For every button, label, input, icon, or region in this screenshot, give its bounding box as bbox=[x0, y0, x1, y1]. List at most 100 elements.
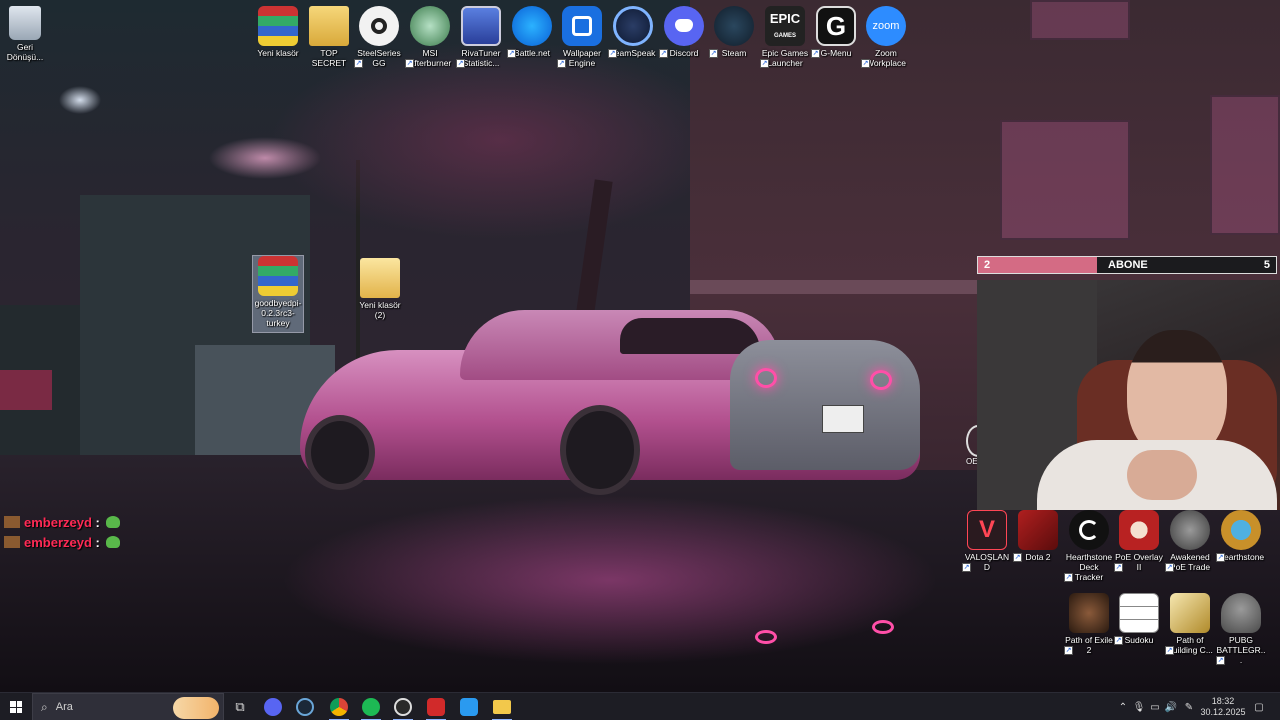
desktop-icon-valosland[interactable]: V ↗ VALOŞLAND bbox=[962, 510, 1012, 572]
folder-icon bbox=[360, 258, 400, 298]
chat-message: emberzeyd : bbox=[4, 535, 120, 550]
desktop-icon-teamspeak[interactable]: ↗ TeamSpeak bbox=[608, 6, 658, 58]
tray-microphone[interactable]: 🎙 bbox=[1132, 693, 1146, 720]
shortcut-arrow-icon: ↗ bbox=[405, 59, 414, 68]
desktop-icon-label: Yeni klasör bbox=[257, 48, 299, 58]
wallpaper-car-window bbox=[620, 318, 760, 354]
taskbar: ⌕ Ara ⧉ ⌃ 🎙 ▭ 🔊 ✎ 18:32 30.12.2025 ▢ bbox=[0, 692, 1280, 720]
taskbar-clock[interactable]: 18:32 30.12.2025 bbox=[1200, 693, 1246, 720]
steam-taskbar-icon bbox=[296, 698, 314, 716]
shortcut-arrow-icon: ↗ bbox=[1064, 573, 1073, 582]
wallpaper-taillight bbox=[870, 370, 892, 390]
desktop-icon-wallpaper-engine[interactable]: ↗ Wallpaper Engine bbox=[557, 6, 607, 68]
path-of-exile-icon bbox=[1069, 593, 1109, 633]
shortcut-arrow-icon: ↗ bbox=[1216, 553, 1225, 562]
webcam-person-hand bbox=[1127, 450, 1197, 500]
desktop-icon-hearthstone-deck-tracker[interactable]: ↗ Hearthstone Deck Tracker bbox=[1064, 510, 1114, 582]
desktop-icon-awakened-poe-trade[interactable]: ↗ Awakened PoE Trade bbox=[1165, 510, 1215, 572]
taskbar-app-steam[interactable] bbox=[290, 693, 320, 720]
chat-emote-icon bbox=[105, 516, 120, 528]
shortcut-arrow-icon: ↗ bbox=[354, 59, 363, 68]
desktop-icon-yeni-klasor-2[interactable]: Yeni klasör (2) bbox=[355, 258, 405, 320]
desktop-icon-label: TOP SECRET bbox=[311, 48, 347, 68]
poe-overlay-eye-icon bbox=[1119, 510, 1159, 550]
path-of-building-icon bbox=[1170, 593, 1210, 633]
shortcut-arrow-icon: ↗ bbox=[659, 49, 668, 58]
dota2-icon bbox=[1018, 510, 1058, 550]
webcam-feed bbox=[977, 280, 1280, 510]
task-view-button[interactable]: ⧉ bbox=[226, 693, 254, 720]
search-icon: ⌕ bbox=[41, 699, 48, 714]
shortcut-arrow-icon: ↗ bbox=[861, 59, 870, 68]
tray-pen[interactable]: ✎ bbox=[1182, 693, 1196, 720]
microphone-icon: 🎙 bbox=[1132, 701, 1146, 713]
desktop-icon-path-of-building[interactable]: ↗ Path of Building C... bbox=[1165, 593, 1215, 655]
desktop-icon-path-of-exile-2[interactable]: ↗ Path of Exile 2 bbox=[1064, 593, 1114, 655]
wallpaper-ledge bbox=[690, 280, 980, 294]
desktop-icon-sudoku[interactable]: ↗ Sudoku bbox=[1114, 593, 1164, 645]
desktop-icon-label: goodbyedpi-0.2.3rc3-turkey bbox=[254, 298, 302, 328]
deck-tracker-swirl-icon bbox=[1069, 510, 1109, 550]
desktop-icon-dota2[interactable]: ↗ Dota 2 bbox=[1013, 510, 1063, 562]
recycle-bin-icon-item[interactable]: Geri Dönüşü... bbox=[0, 6, 50, 62]
wallpaper-reflection-light bbox=[872, 620, 894, 634]
taskbar-app-blue[interactable] bbox=[454, 693, 484, 720]
tray-network[interactable]: ▭ bbox=[1148, 693, 1162, 720]
task-view-icon: ⧉ bbox=[235, 699, 245, 714]
shortcut-arrow-icon: ↗ bbox=[811, 49, 820, 58]
chat-colon: : bbox=[95, 535, 100, 550]
desktop-icon-battlenet[interactable]: ↗ Battle.net bbox=[507, 6, 557, 58]
steelseries-gear-icon bbox=[359, 6, 399, 46]
obs-icon bbox=[394, 698, 412, 716]
chat-message: emberzeyd : bbox=[4, 515, 120, 530]
shortcut-arrow-icon: ↗ bbox=[608, 49, 617, 58]
desktop-icon-goodbyedpi[interactable]: goodbyedpi-0.2.3rc3-turkey bbox=[252, 255, 304, 333]
taskbar-app-obs[interactable] bbox=[388, 693, 418, 720]
awakened-poe-trade-icon bbox=[1170, 510, 1210, 550]
desktop-icon-discord[interactable]: ↗ Discord bbox=[659, 6, 709, 58]
desktop-icon-pubg[interactable]: ↗ PUBG BATTLEGR... bbox=[1216, 593, 1266, 665]
search-input[interactable]: ⌕ Ara bbox=[32, 693, 224, 720]
desktop-icon-msi-afterburner[interactable]: ↗ MSI Afterburner bbox=[405, 6, 455, 68]
teamspeak-icon bbox=[613, 6, 653, 46]
shortcut-arrow-icon: ↗ bbox=[760, 59, 769, 68]
taskbar-app-explorer[interactable] bbox=[487, 693, 517, 720]
desktop-icon-label: Yeni klasör (2) bbox=[359, 300, 401, 320]
discord-icon bbox=[664, 6, 704, 46]
notification-button[interactable]: ▢ bbox=[1250, 693, 1268, 720]
tray-volume[interactable]: 🔊 bbox=[1164, 693, 1178, 720]
chat-username: emberzeyd bbox=[24, 515, 92, 530]
subscriber-goal-label: ABONE bbox=[1108, 259, 1148, 271]
wallpaper-engine-icon bbox=[562, 6, 602, 46]
tray-overflow-chevron[interactable]: ⌃ bbox=[1116, 693, 1130, 720]
battlenet-icon bbox=[512, 6, 552, 46]
chat-badge-icon bbox=[4, 536, 20, 548]
taskbar-app-spotify[interactable] bbox=[356, 693, 386, 720]
start-button[interactable] bbox=[0, 693, 32, 720]
chat-username: emberzeyd bbox=[24, 535, 92, 550]
desktop-icon-zoom[interactable]: zoom ↗ Zoom Workplace bbox=[861, 6, 911, 68]
desktop-icon-steelseries[interactable]: ↗ SteelSeries GG bbox=[354, 6, 404, 68]
epic-games-icon: EPIC GAMES bbox=[765, 6, 805, 46]
desktop-icon-g-menu[interactable]: G ↗ G-Menu bbox=[811, 6, 861, 58]
taskbar-app-discord[interactable] bbox=[258, 693, 288, 720]
shortcut-arrow-icon: ↗ bbox=[1013, 553, 1022, 562]
valorant-icon: V bbox=[967, 510, 1007, 550]
shortcut-arrow-icon: ↗ bbox=[1114, 563, 1123, 572]
shortcut-arrow-icon: ↗ bbox=[507, 49, 516, 58]
subscriber-goal-current: 2 bbox=[984, 259, 991, 271]
desktop-icon-epic-games[interactable]: EPIC GAMES ↗ Epic Games Launcher bbox=[760, 6, 810, 68]
desktop-icon-poe-overlay[interactable]: ↗ PoE Overlay II bbox=[1114, 510, 1164, 572]
shortcut-arrow-icon: ↗ bbox=[1064, 646, 1073, 655]
taskbar-app-red[interactable] bbox=[421, 693, 451, 720]
steam-icon bbox=[714, 6, 754, 46]
wallpaper-pink-wall bbox=[0, 370, 52, 410]
taskbar-app-chrome[interactable] bbox=[324, 693, 354, 720]
desktop-icon-hearthstone[interactable]: ↗ Hearthstone bbox=[1216, 510, 1266, 562]
desktop-icon-top-secret[interactable]: TOP SECRET bbox=[304, 6, 354, 68]
desktop-icon-rivatuner[interactable]: ↗ RivaTuner Statistic... bbox=[456, 6, 506, 68]
folder-icon bbox=[309, 6, 349, 46]
desktop-icon-steam[interactable]: ↗ Steam bbox=[709, 6, 759, 58]
wallpaper-window bbox=[1210, 95, 1280, 235]
desktop-icon-yeni-klasor[interactable]: Yeni klasör bbox=[253, 6, 303, 58]
